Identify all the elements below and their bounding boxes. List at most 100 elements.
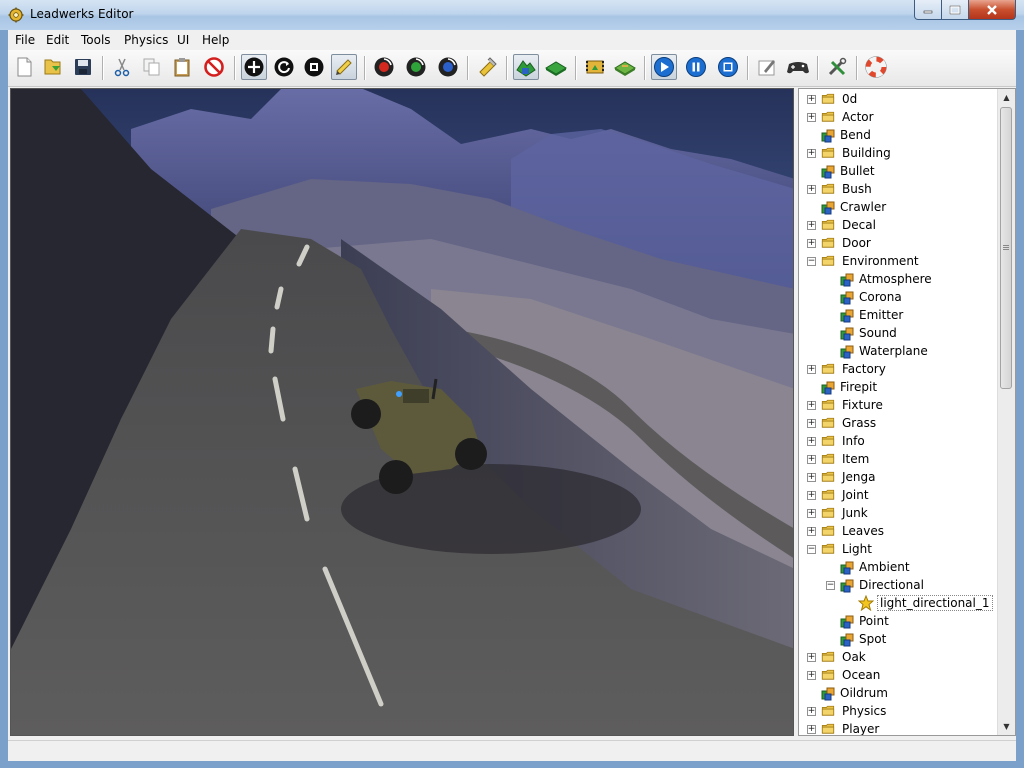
tree-item-bend[interactable]: Bend (807, 126, 871, 144)
tree-item-bullet[interactable]: Bullet (807, 162, 875, 180)
record-green-button[interactable] (403, 54, 429, 80)
tree-item-firepit[interactable]: Firepit (807, 378, 877, 396)
play-button[interactable] (651, 54, 677, 80)
expand-icon[interactable]: + (807, 454, 816, 464)
expand-icon[interactable]: + (807, 526, 816, 536)
collapse-icon[interactable]: − (826, 580, 835, 590)
expand-icon[interactable]: + (807, 184, 816, 194)
gamepad-button[interactable] (785, 54, 811, 80)
collapse-icon[interactable]: − (807, 256, 816, 266)
scroll-down-arrow-icon[interactable]: ▼ (998, 718, 1015, 735)
expand-icon[interactable]: + (807, 490, 816, 500)
expand-icon[interactable]: + (807, 418, 816, 428)
tree-item-oildrum[interactable]: Oildrum (807, 684, 888, 702)
close-button[interactable] (968, 0, 1016, 20)
3d-viewport[interactable] (10, 88, 794, 736)
tree-item-factory[interactable]: + Factory (807, 360, 886, 378)
copy-button[interactable] (139, 54, 165, 80)
tree-item-light-directional-1[interactable]: light_directional_1 (845, 594, 993, 612)
expand-icon[interactable]: + (807, 238, 816, 248)
stop-button[interactable] (715, 54, 741, 80)
tree-item-ambient[interactable]: Ambient (826, 558, 910, 576)
title-bar[interactable]: Leadwerks Editor (0, 0, 1024, 30)
tree-item-sound[interactable]: Sound (826, 324, 897, 342)
expand-icon[interactable]: + (807, 472, 816, 482)
scale-button[interactable] (301, 54, 327, 80)
tree-item-junk[interactable]: + Junk (807, 504, 868, 522)
tree-item-spot[interactable]: Spot (826, 630, 886, 648)
road-button[interactable] (582, 54, 608, 80)
script-editor-button[interactable] (754, 54, 780, 80)
tree-item-atmosphere[interactable]: Atmosphere (826, 270, 932, 288)
tree-item-leaves[interactable]: + Leaves (807, 522, 884, 540)
menu-help[interactable]: Help (202, 33, 229, 47)
expand-icon[interactable]: + (807, 706, 816, 716)
menu-ui[interactable]: UI (177, 33, 189, 47)
expand-icon[interactable]: + (807, 436, 816, 446)
tree-item-ocean[interactable]: + Ocean (807, 666, 880, 684)
tree-item-decal[interactable]: + Decal (807, 216, 876, 234)
tree-item-directional[interactable]: − Directional (826, 576, 924, 594)
terrain-flat-button[interactable] (543, 54, 569, 80)
expand-icon[interactable]: + (807, 508, 816, 518)
scroll-up-arrow-icon[interactable]: ▲ (998, 89, 1015, 106)
maximize-button[interactable] (941, 0, 969, 20)
tree-item-grass[interactable]: + Grass (807, 414, 876, 432)
tree-item-oak[interactable]: + Oak (807, 648, 866, 666)
tree-item-item[interactable]: + Item (807, 450, 869, 468)
save-button[interactable] (70, 54, 96, 80)
entity-tree-panel[interactable]: +0d + Actor Bend + Building Bullet + Bush Crawler… (798, 88, 1016, 736)
terrain-button[interactable] (513, 54, 539, 80)
tree-item-environment[interactable]: − Environment (807, 252, 919, 270)
select-button[interactable] (331, 54, 357, 80)
tree-item-physics[interactable]: + Physics (807, 702, 886, 720)
terrain-paint-button[interactable] (612, 54, 638, 80)
menu-edit[interactable]: Edit (46, 33, 69, 47)
expand-icon[interactable]: + (807, 364, 816, 374)
expand-icon[interactable]: + (807, 400, 816, 410)
expand-icon[interactable]: + (807, 94, 816, 104)
tree-item-bush[interactable]: + Bush (807, 180, 872, 198)
tree-item-light[interactable]: − Light (807, 540, 872, 558)
new-file-button[interactable] (11, 54, 37, 80)
cut-button[interactable] (109, 54, 135, 80)
lock-button[interactable] (474, 54, 500, 80)
tree-item-corona[interactable]: Corona (826, 288, 902, 306)
tree-item-jenga[interactable]: + Jenga (807, 468, 876, 486)
tree-item-building[interactable]: + Building (807, 144, 891, 162)
tree-item-joint[interactable]: + Joint (807, 486, 869, 504)
paste-button[interactable] (169, 54, 195, 80)
scrollbar-thumb[interactable] (1000, 107, 1012, 389)
tree-item-info[interactable]: + Info (807, 432, 865, 450)
pause-button[interactable] (683, 54, 709, 80)
tree-item-fixture[interactable]: + Fixture (807, 396, 883, 414)
expand-icon[interactable]: + (807, 148, 816, 158)
record-red-button[interactable] (371, 54, 397, 80)
menu-file[interactable]: File (15, 33, 35, 47)
record-blue-button[interactable] (435, 54, 461, 80)
tree-item-point[interactable]: Point (826, 612, 889, 630)
open-file-button[interactable] (40, 54, 66, 80)
tree-item-player[interactable]: + Player (807, 720, 879, 735)
expand-icon[interactable]: + (807, 220, 816, 230)
tree-item-0d[interactable]: +0d (807, 90, 857, 108)
tree-item-actor[interactable]: + Actor (807, 108, 874, 126)
tools-button[interactable] (824, 54, 850, 80)
tree-item-emitter[interactable]: Emitter (826, 306, 903, 324)
help-button[interactable] (863, 54, 889, 80)
delete-button[interactable] (201, 54, 227, 80)
expand-icon[interactable]: + (807, 670, 816, 680)
tree-item-crawler[interactable]: Crawler (807, 198, 886, 216)
rotate-button[interactable] (271, 54, 297, 80)
minimize-button[interactable] (914, 0, 942, 20)
menu-tools[interactable]: Tools (81, 33, 111, 47)
tree-item-door[interactable]: + Door (807, 234, 871, 252)
tree-scrollbar[interactable]: ▲ ▼ (997, 89, 1015, 735)
tree-item-waterplane[interactable]: Waterplane (826, 342, 928, 360)
expand-icon[interactable]: + (807, 652, 816, 662)
move-button[interactable] (241, 54, 267, 80)
menu-physics[interactable]: Physics (124, 33, 168, 47)
expand-icon[interactable]: + (807, 724, 816, 734)
collapse-icon[interactable]: − (807, 544, 816, 554)
expand-icon[interactable]: + (807, 112, 816, 122)
